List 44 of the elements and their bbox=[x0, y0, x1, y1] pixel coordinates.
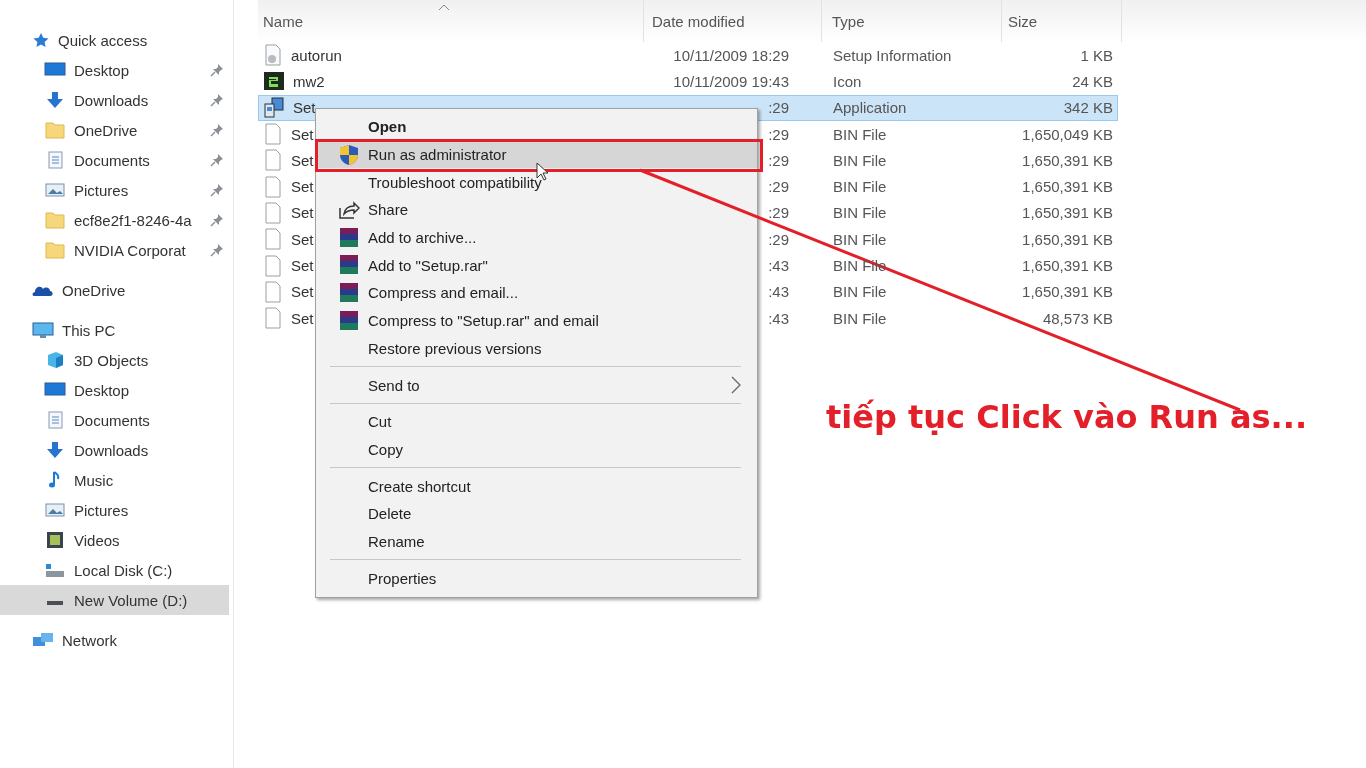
file-name: mw2 bbox=[293, 72, 325, 90]
file-size: 24 KB bbox=[1072, 72, 1113, 90]
file-name: Set bbox=[291, 125, 314, 143]
file-size: 1,650,391 KB bbox=[1022, 151, 1113, 169]
file-size: 1,650,391 KB bbox=[1022, 204, 1113, 222]
date-modified: :29 bbox=[768, 204, 789, 222]
file-type: Setup Information bbox=[833, 46, 952, 64]
date-modified: :29 bbox=[768, 99, 789, 117]
file-type: BIN File bbox=[833, 178, 887, 196]
date-modified: :29 bbox=[768, 178, 789, 196]
date-modified: 10/11/2009 18:29 bbox=[673, 46, 789, 64]
file-type: BIN File bbox=[833, 230, 887, 248]
date-modified: :43 bbox=[768, 257, 789, 274]
file-size: 48,573 KB bbox=[1042, 309, 1113, 327]
date-modified: :29 bbox=[768, 151, 789, 169]
file-type: BIN File bbox=[833, 309, 887, 327]
file-type: BIN File bbox=[833, 283, 887, 301]
file-type: Application bbox=[833, 99, 907, 117]
file-size: 342 KB bbox=[1063, 99, 1113, 117]
file-name: Set bbox=[293, 99, 316, 117]
file-type: BIN File bbox=[833, 204, 887, 222]
file-name: autorun bbox=[291, 46, 342, 64]
file-size: 1,650,391 KB bbox=[1022, 178, 1113, 196]
file-size: 1,650,049 KB bbox=[1022, 125, 1113, 143]
annotation-text: tiếp tục Click vào Run as... bbox=[826, 398, 1308, 436]
file-name: Set bbox=[291, 257, 314, 274]
date-modified: :43 bbox=[768, 283, 789, 301]
file-size: 1 KB bbox=[1080, 46, 1113, 64]
file-name: Set bbox=[291, 230, 314, 248]
date-modified: :29 bbox=[768, 125, 789, 143]
file-name: Set bbox=[291, 283, 314, 301]
file-name: Set bbox=[291, 178, 314, 196]
date-modified: 10/11/2009 19:43 bbox=[673, 72, 789, 90]
file-type: BIN File bbox=[833, 125, 887, 143]
date-modified: :29 bbox=[768, 230, 789, 248]
file-name: Set bbox=[291, 204, 314, 222]
file-name: Set bbox=[291, 309, 314, 327]
file-size: 1,650,391 KB bbox=[1022, 257, 1113, 274]
file-name: Set bbox=[291, 151, 314, 169]
date-modified: :43 bbox=[768, 309, 789, 327]
file-size: 1,650,391 KB bbox=[1022, 230, 1113, 248]
file-size: 1,650,391 KB bbox=[1022, 283, 1113, 301]
file-type: Icon bbox=[833, 72, 862, 90]
file-type: BIN File bbox=[833, 151, 887, 169]
